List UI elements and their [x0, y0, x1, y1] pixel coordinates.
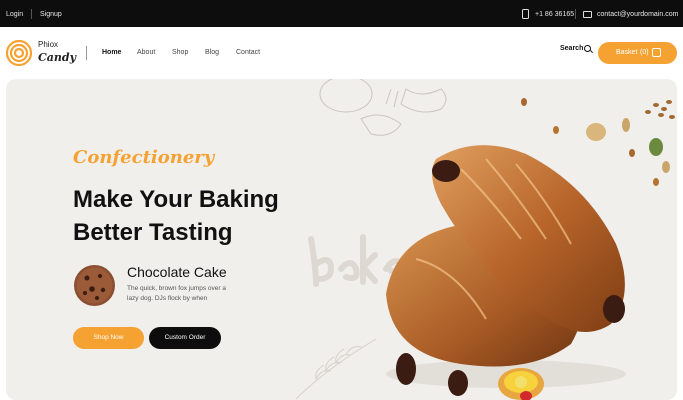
- phone-icon: [522, 9, 529, 19]
- nav-contact[interactable]: Contact: [236, 49, 260, 56]
- hero-kicker: Confectionery: [73, 147, 215, 168]
- hero-title: Make Your Baking Better Tasting: [73, 186, 279, 246]
- basket-button[interactable]: Basket (0): [598, 42, 677, 64]
- shop-now-button[interactable]: Shop Now: [73, 327, 144, 349]
- nav-about[interactable]: About: [137, 49, 155, 56]
- nav-blog[interactable]: Blog: [205, 49, 219, 56]
- search-button[interactable]: Search: [560, 45, 583, 52]
- top-bar: Login Signup +1 86 36165 contact@yourdom…: [0, 0, 683, 27]
- basket-label: Basket: [616, 49, 638, 56]
- product-description: The quick, brown fox jumps over a lazy d…: [127, 285, 226, 302]
- divider: [31, 9, 32, 19]
- divider: [575, 9, 576, 19]
- email-address[interactable]: contact@yourdomain.com: [597, 11, 678, 18]
- signup-link[interactable]: Signup: [40, 11, 62, 18]
- mail-icon: [583, 11, 592, 18]
- main-nav: Phiox Candy Home About Shop Blog Contact…: [0, 27, 683, 79]
- product-name: Chocolate Cake: [127, 264, 227, 280]
- nav-shop[interactable]: Shop: [172, 49, 188, 56]
- custom-order-button[interactable]: Custom Order: [149, 327, 221, 349]
- phone-number[interactable]: +1 86 36165: [535, 11, 574, 18]
- basket-count: (0): [640, 49, 649, 56]
- logo-swirl-icon[interactable]: [6, 40, 32, 66]
- fruit-tart-image: [498, 368, 544, 400]
- bag-icon: [652, 48, 661, 57]
- hero-banner: Confectionery Make Your Baking Better Ta…: [6, 79, 677, 400]
- login-link[interactable]: Login: [6, 11, 23, 18]
- brand-name-script: Candy: [38, 51, 76, 64]
- nav-home[interactable]: Home: [102, 49, 121, 56]
- brand-name: Phiox: [38, 40, 59, 49]
- cookie-image: [74, 265, 115, 306]
- search-icon[interactable]: [584, 45, 591, 52]
- divider: [86, 46, 87, 60]
- seeds-scatter-icon: [521, 98, 675, 186]
- pastry-sketch-icon: [319, 79, 447, 136]
